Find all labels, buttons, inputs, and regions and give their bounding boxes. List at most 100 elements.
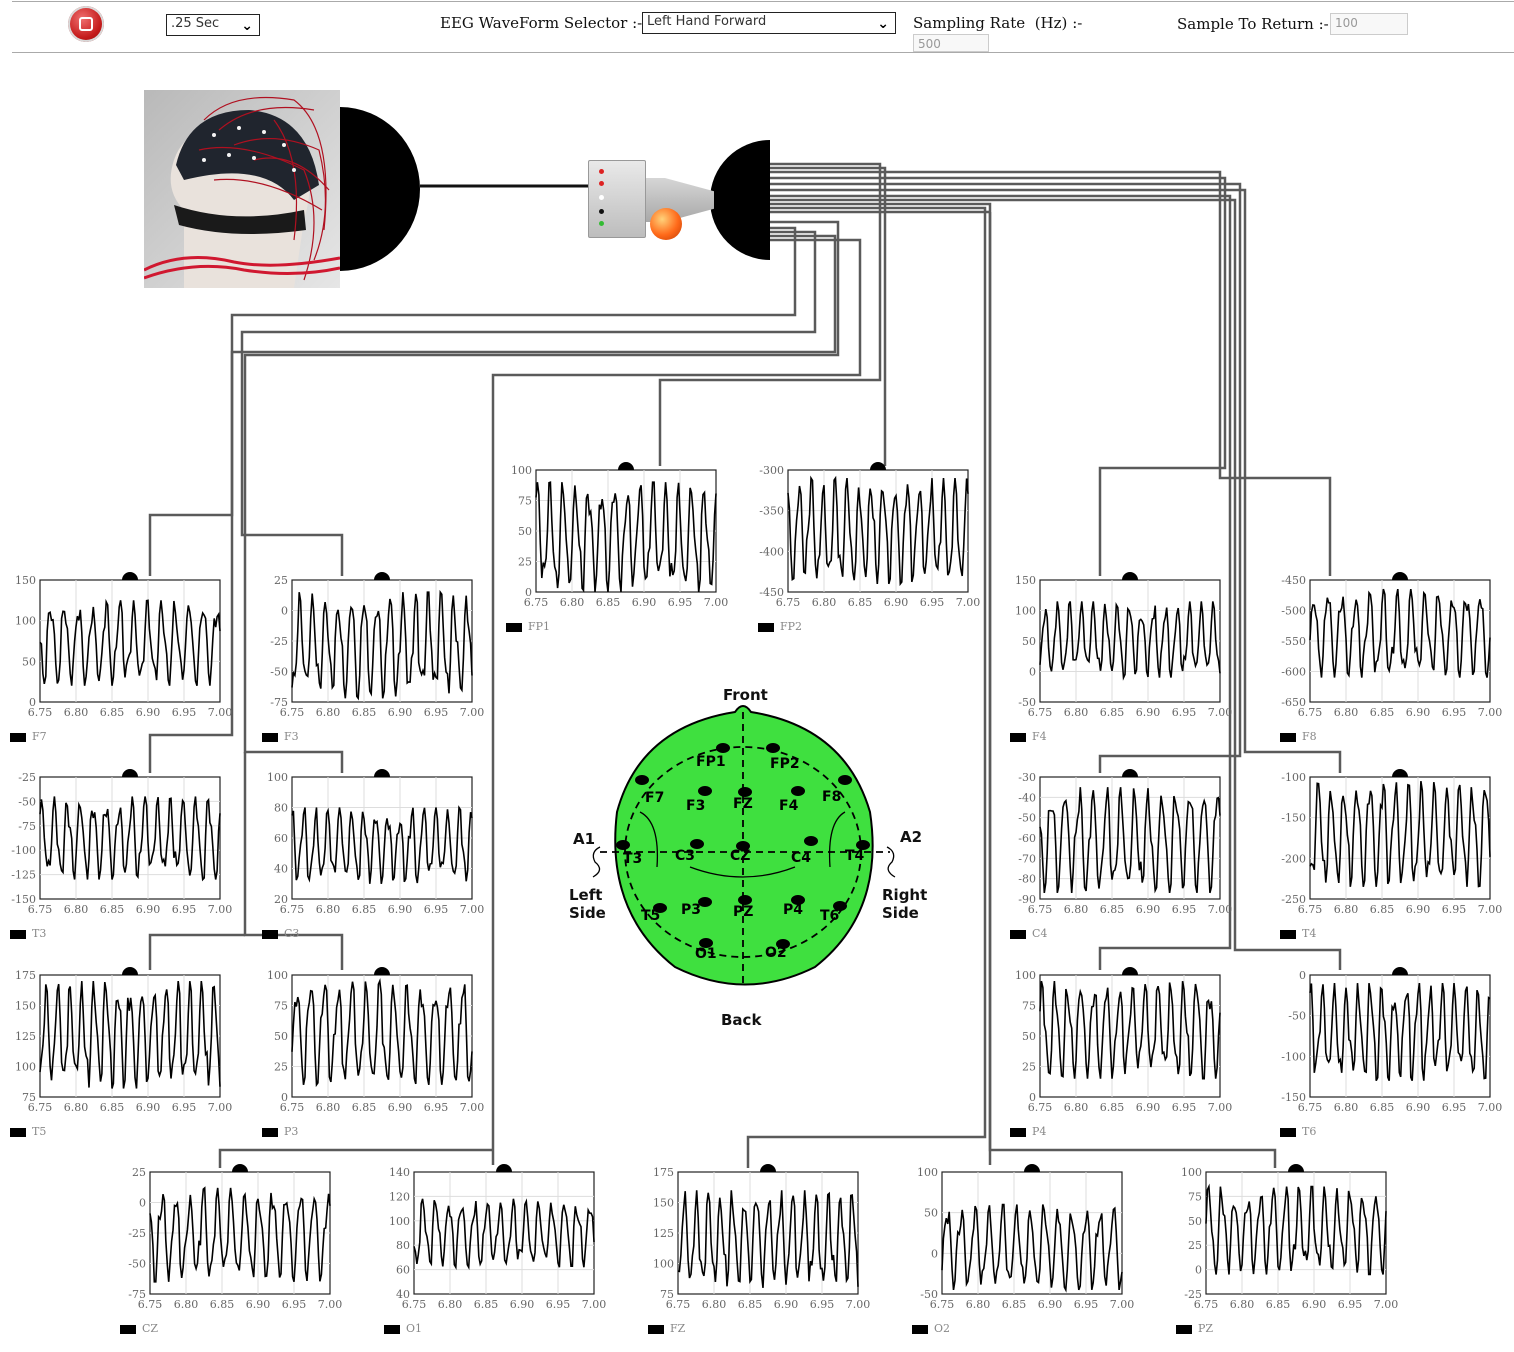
y-tick-label: 175	[653, 1166, 674, 1179]
x-tick-label: 6.95	[1442, 706, 1467, 719]
x-tick-label: 6.95	[424, 903, 449, 916]
x-tick-label: 6.85	[100, 706, 125, 719]
chart-legend: C4	[1010, 927, 1047, 940]
y-tick-label: -600	[1281, 666, 1306, 679]
y-tick-label: -650	[1281, 696, 1306, 709]
chart-legend: F4	[1010, 730, 1047, 743]
channel-connector	[1392, 572, 1408, 580]
legend-label: C4	[1032, 927, 1048, 940]
legend-label: F7	[32, 730, 47, 743]
legend-label: F3	[284, 730, 299, 743]
x-tick-label: 7.00	[208, 706, 233, 719]
chart-svg-fp1: 6.75 6.80 6.85 6.90 6.95 7.001007550250	[511, 462, 728, 609]
chart-p4: 6.75 6.80 6.85 6.90 6.95 7.00 100 75 50 25 0 P4	[1010, 967, 1250, 1145]
chart-legend: T5	[10, 1125, 46, 1138]
y-tick-label: -450	[1281, 574, 1306, 587]
electrode-f8: F8	[822, 789, 841, 805]
chart-t6: 6.75 6.80 6.85 6.90 6.95 7.00 0 -50 -100 -150 T6	[1280, 967, 1514, 1145]
chart-legend: FP1	[506, 620, 550, 633]
electrode-head-map: FP1 FP2 F7 F3 FZ F4 F8 T3 C3 CZ C4 T4 T5…	[565, 682, 935, 1032]
x-tick-label: 6.80	[316, 1101, 341, 1114]
x-tick-label: 6.80	[702, 1298, 727, 1311]
chart-f3: 6.75 6.80 6.85 6.90 6.95 7.00 25 0 -25 -50 -75 F3	[262, 572, 502, 750]
chart-svg-o1: 6.75 6.80 6.85 6.90 6.95 7.00140120100806040	[389, 1164, 606, 1311]
legend-swatch	[506, 622, 522, 632]
electrode-fp2: FP2	[770, 756, 800, 772]
legend-label: C3	[284, 927, 300, 940]
splitter-connector	[710, 140, 770, 260]
chart-svg-p3: 6.75 6.80 6.85 6.90 6.95 7.001007550250	[267, 967, 484, 1114]
y-tick-label: 125	[15, 1030, 36, 1043]
electrode-f7: F7	[645, 790, 664, 806]
y-tick-label: -50	[128, 1258, 146, 1271]
y-tick-label: 100	[15, 1061, 36, 1074]
x-tick-label: 6.95	[172, 1101, 197, 1114]
legend-label: T4	[1302, 927, 1317, 940]
y-tick-label: -300	[759, 464, 784, 477]
right-side-label-2: Side	[882, 904, 919, 922]
electrode-fp1: FP1	[696, 754, 726, 770]
amplifier-led	[650, 208, 682, 240]
y-tick-label: -25	[270, 635, 288, 648]
legend-swatch	[1010, 929, 1026, 939]
x-tick-label: 6.85	[1100, 1101, 1125, 1114]
left-ear-label: A1	[573, 830, 595, 848]
electrode-o2: O2	[765, 945, 787, 961]
legend-label: FP2	[780, 620, 803, 633]
x-tick-label: 7.00	[956, 596, 981, 609]
y-tick-label: 100	[917, 1166, 938, 1179]
x-tick-label: 6.85	[474, 1298, 499, 1311]
y-tick-label: -25	[128, 1227, 146, 1240]
chart-svg-t5: 6.75 6.80 6.85 6.90 6.95 7.0017515012510075	[15, 967, 233, 1114]
y-tick-label: 60	[396, 1264, 410, 1277]
x-tick-label: 6.80	[316, 706, 341, 719]
x-tick-label: 7.00	[846, 1298, 871, 1311]
legend-swatch	[1010, 1127, 1026, 1137]
x-tick-label: 6.90	[1136, 1101, 1161, 1114]
y-tick-label: -75	[270, 696, 288, 709]
chart-f4: 6.75 6.80 6.85 6.90 6.95 7.00 150 100 50 0 -50 F4	[1010, 572, 1250, 750]
x-tick-label: 7.00	[208, 1101, 233, 1114]
chart-legend: O2	[912, 1322, 950, 1335]
y-tick-label: 25	[1188, 1239, 1202, 1252]
chart-fz: 6.75 6.80 6.85 6.90 6.95 7.00 175 150 125 100 75 FZ	[648, 1164, 888, 1342]
x-tick-label: 6.80	[438, 1298, 463, 1311]
legend-swatch	[262, 732, 278, 742]
legend-label: CZ	[142, 1322, 159, 1335]
x-tick-label: 6.80	[1230, 1298, 1255, 1311]
x-tick-label: 6.85	[1370, 903, 1395, 916]
y-tick-label: 50	[518, 525, 532, 538]
x-tick-label: 6.90	[1406, 1101, 1431, 1114]
channel-connector	[760, 1164, 776, 1172]
electrode-f4: F4	[779, 798, 799, 814]
left-side-label-1: Left	[569, 886, 602, 904]
chart-o1: 6.75 6.80 6.85 6.90 6.95 7.00 140 120 100 80 60 40 O…	[384, 1164, 624, 1342]
y-tick-label: -80	[1018, 873, 1036, 886]
y-tick-label: 25	[518, 556, 532, 569]
y-tick-label: 0	[525, 586, 532, 599]
x-tick-label: 6.95	[1442, 903, 1467, 916]
chart-svg-o2: 6.75 6.80 6.85 6.90 6.95 7.00100500-50	[917, 1164, 1134, 1311]
y-tick-label: -200	[1281, 852, 1306, 865]
legend-swatch	[1280, 732, 1296, 742]
legend-swatch	[1176, 1324, 1192, 1334]
chart-svg-fp2: 6.75 6.80 6.85 6.90 6.95 7.00-300-350-400-450	[759, 462, 981, 609]
y-tick-label: 100	[653, 1258, 674, 1271]
y-tick-label: 100	[1181, 1166, 1202, 1179]
legend-swatch	[1280, 1127, 1296, 1137]
y-tick-label: 0	[139, 1197, 146, 1210]
x-tick-label: 7.00	[1208, 903, 1233, 916]
channel-connector	[1024, 1164, 1040, 1172]
x-tick-label: 6.85	[848, 596, 873, 609]
chart-svg-fz: 6.75 6.80 6.85 6.90 6.95 7.0017515012510075	[653, 1164, 871, 1311]
legend-label: T6	[1302, 1125, 1317, 1138]
chart-legend: C3	[262, 927, 299, 940]
x-tick-label: 6.90	[1136, 706, 1161, 719]
chart-t4: 6.75 6.80 6.85 6.90 6.95 7.00 -100 -150 -200 -250…	[1280, 769, 1514, 947]
back-label: Back	[721, 1011, 762, 1029]
y-tick-label: 75	[274, 1000, 288, 1013]
x-tick-label: 6.95	[668, 596, 693, 609]
chart-t5: 6.75 6.80 6.85 6.90 6.95 7.00 175 150 125 100 75 T5	[10, 967, 250, 1145]
y-tick-label: 150	[15, 1000, 36, 1013]
y-tick-label: 50	[924, 1207, 938, 1220]
